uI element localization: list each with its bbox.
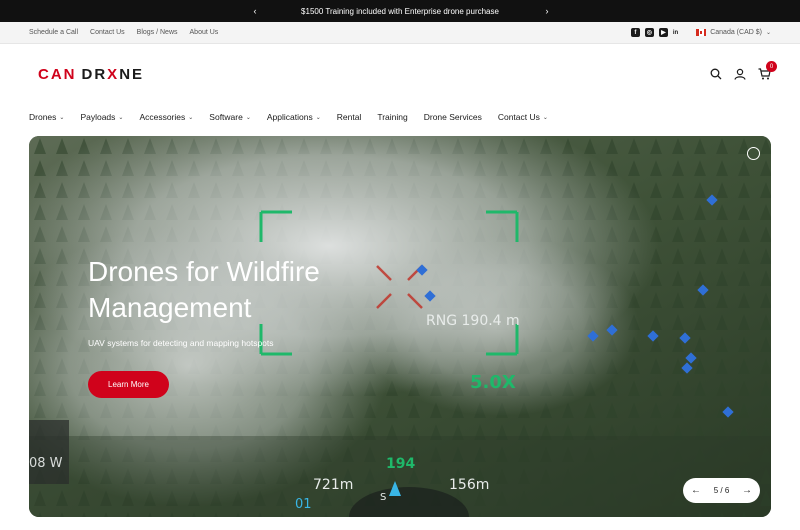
- hud-altitude-left: 721m: [313, 477, 354, 493]
- cart-count-badge: 0: [766, 61, 777, 72]
- logo-text-dr: DR: [81, 65, 108, 83]
- hud-power-readout: 08 W: [29, 456, 63, 471]
- utility-link-blogs[interactable]: Blogs / News: [137, 29, 178, 36]
- arrow-right-icon[interactable]: →: [742, 485, 752, 496]
- pause-slideshow-icon[interactable]: [747, 147, 760, 160]
- chevron-down-icon: ⌄: [59, 114, 65, 121]
- country-label: Canada (CAD $): [710, 29, 762, 36]
- header-icons: 0: [709, 61, 777, 81]
- hud-heading-readout: 194: [386, 456, 416, 472]
- utility-link-about[interactable]: About Us: [190, 29, 219, 36]
- nav-item-training[interactable]: Training: [377, 112, 407, 122]
- hud-altitude-right: 156m: [449, 477, 490, 493]
- slide-counter: 5 / 6: [713, 486, 730, 495]
- nav-label: Accessories: [139, 112, 186, 122]
- chevron-down-icon: ⌄: [118, 114, 124, 121]
- hud-compass-label: S: [380, 492, 387, 503]
- logo-text-ne: NE: [119, 65, 145, 83]
- chevron-down-icon: ⌄: [542, 114, 548, 121]
- canada-flag-icon: [696, 29, 707, 36]
- nav-label: Drone Services: [423, 112, 482, 122]
- nav-item-payloads[interactable]: Payloads ⌄: [80, 112, 123, 122]
- account-icon[interactable]: [733, 67, 747, 81]
- facebook-icon[interactable]: f: [630, 28, 640, 37]
- nav-label: Rental: [336, 112, 362, 122]
- cart-icon[interactable]: 0: [757, 61, 777, 81]
- main-nav: Drones ⌄ Payloads ⌄ Accessories ⌄ Software ⌄…: [0, 104, 800, 130]
- utility-right: f ◎ ▶ in Canada (CAD $) ⌄: [630, 28, 771, 37]
- utility-link-contact[interactable]: Contact Us: [90, 29, 125, 36]
- announcement-bar: ‹ $1500 Training included with Enterpris…: [0, 0, 800, 22]
- country-selector[interactable]: Canada (CAD $) ⌄: [696, 29, 771, 36]
- social-links: f ◎ ▶ in: [630, 28, 678, 37]
- nav-item-contact-us[interactable]: Contact Us ⌄: [498, 112, 548, 122]
- nav-item-software[interactable]: Software ⌄: [209, 112, 251, 122]
- nav-label: Applications: [266, 112, 313, 122]
- nav-label: Training: [377, 112, 408, 122]
- nav-item-accessories[interactable]: Accessories ⌄: [139, 112, 193, 122]
- nav-item-drones[interactable]: Drones ⌄: [29, 112, 64, 122]
- announcement-next-icon[interactable]: ›: [540, 3, 554, 19]
- logo-text-x: X: [107, 65, 120, 83]
- utility-link-schedule-call[interactable]: Schedule a Call: [29, 29, 78, 36]
- nav-item-applications[interactable]: Applications ⌄: [267, 112, 321, 122]
- nav-label: Drones: [29, 112, 57, 122]
- announcement-text: $1500 Training included with Enterprise …: [301, 6, 499, 16]
- nav-label: Software: [209, 112, 243, 122]
- utility-links: Schedule a Call Contact Us Blogs / News …: [29, 29, 218, 36]
- announcement-prev-icon[interactable]: ‹: [248, 3, 262, 19]
- chevron-down-icon: ⌄: [188, 114, 194, 121]
- linkedin-icon[interactable]: in: [673, 28, 678, 37]
- nav-label: Contact Us: [497, 112, 540, 122]
- hud-zoom-readout: 5.0X: [470, 372, 516, 393]
- search-icon[interactable]: [709, 67, 723, 81]
- logo-text-can: CAN: [38, 65, 77, 83]
- nav-item-rental[interactable]: Rental: [337, 112, 362, 122]
- utility-bar: Schedule a Call Contact Us Blogs / News …: [0, 22, 800, 44]
- chevron-down-icon: ⌄: [245, 114, 251, 121]
- slide-pager: ← 5 / 6 →: [683, 478, 760, 503]
- hud-speed-readout: 01: [295, 497, 312, 512]
- hero-slideshow: RNG 190.4 m 5.0X 194 721m 156m 08 W 01 S…: [29, 136, 771, 517]
- learn-more-button[interactable]: Learn More: [88, 371, 169, 398]
- logo[interactable]: CAN DR X NE: [38, 66, 144, 83]
- site-header: CAN DR X NE 0: [0, 44, 800, 104]
- youtube-icon[interactable]: ▶: [658, 28, 668, 37]
- instagram-icon[interactable]: ◎: [644, 28, 654, 37]
- chevron-down-icon: ⌄: [765, 30, 771, 36]
- nav-label: Payloads: [80, 112, 116, 122]
- hero-subtitle: UAV systems for detecting and mapping ho…: [88, 338, 274, 348]
- arrow-left-icon[interactable]: ←: [691, 485, 701, 496]
- hero-title: Drones for Wildfire Management: [88, 256, 320, 323]
- hud-range-readout: RNG 190.4 m: [426, 313, 520, 329]
- nav-item-drone-services[interactable]: Drone Services: [424, 112, 482, 122]
- chevron-down-icon: ⌄: [315, 114, 321, 121]
